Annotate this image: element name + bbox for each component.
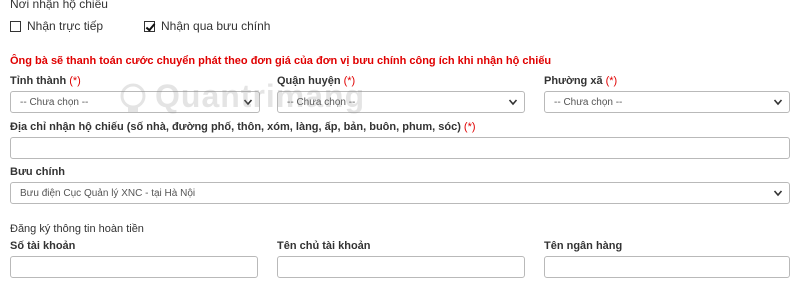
watermark-text: Quantrimang xyxy=(155,78,366,114)
postal-select[interactable]: Bưu điện Cục Quản lý XNC - tại Hà Nội xyxy=(10,182,790,204)
option-receive-postal-label: Nhận qua bưu chính xyxy=(161,19,271,33)
province-label: Tỉnh thành (*) xyxy=(10,75,81,87)
chevron-down-icon xyxy=(773,99,783,106)
postal-select-value: Bưu điện Cục Quản lý XNC - tại Hà Nội xyxy=(20,187,196,199)
postal-label: Bưu chính xyxy=(10,166,66,178)
bank-name-label: Tên ngân hàng xyxy=(544,240,623,252)
option-receive-direct-label: Nhận trực tiếp xyxy=(27,19,104,33)
account-number-label: Số tài khoản xyxy=(10,240,76,252)
required-mark: (*) xyxy=(463,121,476,133)
street-address-label-text: Địa chỉ nhận hộ chiếu (số nhà, đường phố… xyxy=(10,121,461,133)
required-mark: (*) xyxy=(605,75,618,87)
account-name-label: Tên chủ tài khoản xyxy=(277,240,371,252)
street-address-input[interactable] xyxy=(10,137,790,159)
ward-label: Phường xã (*) xyxy=(544,75,617,87)
refund-section-title: Đăng ký thông tin hoàn tiền xyxy=(10,223,144,235)
chevron-down-icon xyxy=(773,190,783,197)
account-number-input[interactable] xyxy=(10,256,258,278)
ward-select-value: -- Chưa chọn -- xyxy=(554,96,623,108)
watermark: Quantrimang xyxy=(115,76,364,120)
street-address-label: Địa chỉ nhận hộ chiếu (số nhà, đường phố… xyxy=(10,121,476,133)
payment-notice: Ông bà sẽ thanh toán cước chuyển phát th… xyxy=(10,55,552,67)
province-select-value: -- Chưa chọn -- xyxy=(20,96,89,108)
receive-section-title: Nơi nhận hộ chiếu xyxy=(10,0,108,11)
checkbox-receive-postal[interactable] xyxy=(144,20,155,32)
chevron-down-icon xyxy=(508,99,518,106)
option-receive-direct[interactable]: Nhận trực tiếp xyxy=(10,19,103,33)
ward-label-text: Phường xã xyxy=(544,75,603,87)
required-mark: (*) xyxy=(69,75,81,87)
checkbox-receive-direct[interactable] xyxy=(10,20,21,32)
account-name-input[interactable] xyxy=(277,256,525,278)
bank-name-input[interactable] xyxy=(544,256,790,278)
ward-select[interactable]: -- Chưa chọn -- xyxy=(544,91,790,113)
option-receive-postal[interactable]: Nhận qua bưu chính xyxy=(144,19,270,33)
province-label-text: Tỉnh thành xyxy=(10,75,67,87)
lightbulb-icon xyxy=(120,83,146,112)
